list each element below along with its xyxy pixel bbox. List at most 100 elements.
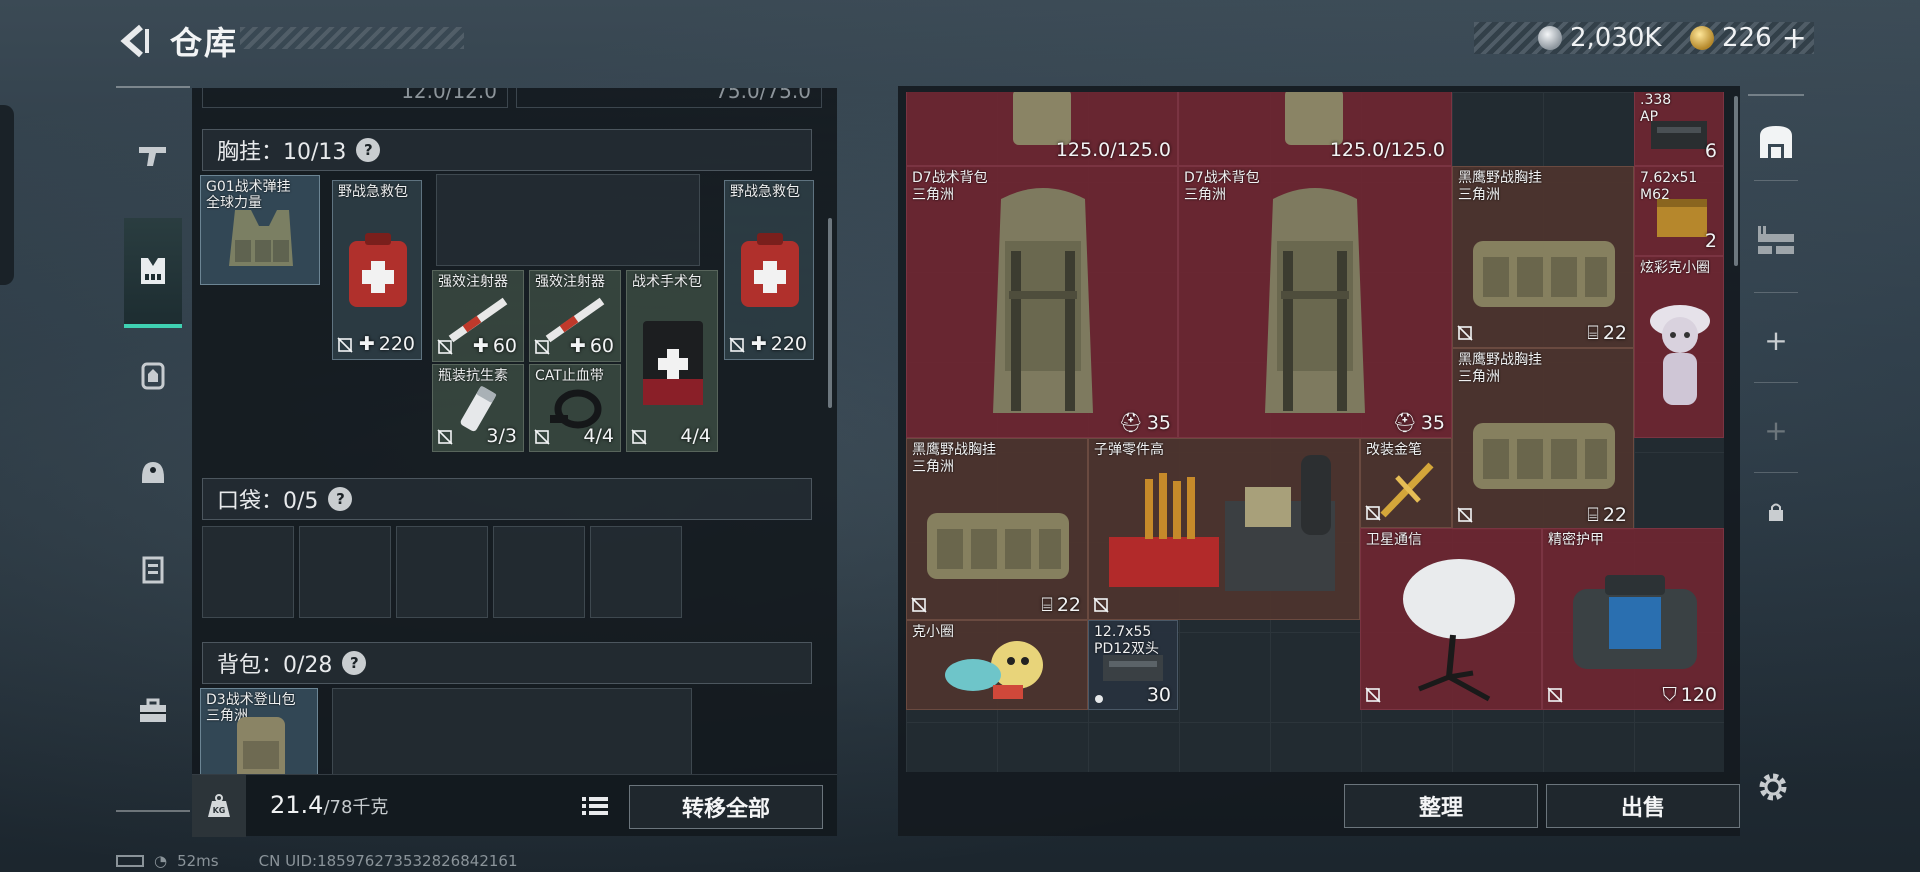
- stash-item-d7-backpack[interactable]: D7战术背包 三角洲 ⛑ 35: [1178, 166, 1452, 438]
- tab-equipment[interactable]: [124, 218, 182, 328]
- first-aid-kit-item[interactable]: 野战急救包 ✚ 220: [724, 180, 814, 360]
- pocket-slot[interactable]: [299, 526, 391, 618]
- rig-image: [1473, 423, 1615, 489]
- chest-rig-slot[interactable]: G01战术弹挂 全球力量: [200, 175, 320, 285]
- help-button[interactable]: ?: [356, 138, 381, 162]
- stash-item-backpack-partial[interactable]: 125.0/125.0: [1178, 92, 1452, 166]
- stash-item-bullet-parts[interactable]: 子弹零件高: [1088, 438, 1360, 620]
- stash-grid[interactable]: 125.0/125.0 125.0/125.0 .338 AP 6 D7战术背包…: [906, 92, 1724, 772]
- gear-icon: [1759, 773, 1787, 801]
- divider: [1754, 472, 1798, 473]
- weight-max: /78千克: [323, 797, 389, 818]
- sort-button[interactable]: 整理: [1344, 784, 1538, 828]
- add-page-button-disabled[interactable]: +: [1754, 408, 1798, 452]
- stim-injector-item[interactable]: 强效注射器 ✚ 60: [432, 270, 524, 362]
- stash-item-338-ammo[interactable]: .338 AP 6: [1634, 92, 1724, 166]
- stash-panel: 125.0/125.0 125.0/125.0 .338 AP 6 D7战术背包…: [898, 86, 1740, 836]
- header: 仓库 2,030K 226 +: [0, 0, 1920, 80]
- back-arrow-icon: [120, 24, 149, 58]
- no-safebox-icon: [437, 339, 453, 355]
- pocket-slot[interactable]: [590, 526, 682, 618]
- stash-item-figurine-small[interactable]: 克小圈: [906, 620, 1088, 710]
- divider: [1754, 292, 1798, 293]
- antibiotic-item[interactable]: 瓶装抗生素 3/3: [432, 364, 524, 452]
- first-aid-kit-item[interactable]: 野战急救包 ✚ 220: [332, 180, 422, 360]
- figurine-image: [1650, 305, 1710, 405]
- stash-page-tabs: + +: [1748, 94, 1804, 574]
- scrollbar[interactable]: [828, 218, 832, 408]
- tab-container[interactable]: [124, 540, 182, 598]
- uid-text: CN UID:1859762735328268421​61: [258, 852, 518, 870]
- loadout-footer: KG 21.4/78千克 转移全部: [192, 774, 837, 837]
- no-safebox-icon: [1093, 597, 1109, 613]
- vest-icon: [141, 258, 165, 284]
- svg-text:KG: KG: [213, 806, 226, 815]
- helmet-icon: ⛑: [1118, 412, 1143, 434]
- item-value: 4/4: [583, 425, 614, 447]
- locked-page[interactable]: [1754, 490, 1798, 534]
- tab-backpack[interactable]: [124, 346, 182, 404]
- gold-pen-image: [1380, 462, 1434, 518]
- loadout-scroll[interactable]: 12.0/12.0 75.0/75.0 胸挂：10/13 ? G01战术弹挂 全…: [192, 88, 837, 774]
- back-button[interactable]: [112, 18, 158, 64]
- stash-item-backpack-partial[interactable]: 125.0/125.0: [906, 92, 1178, 166]
- helmet-icon: [142, 462, 164, 483]
- stash-item-127-ammo[interactable]: 12.7x55 PD12双头 30: [1088, 620, 1178, 710]
- pocket-header: 口袋：0/5 ?: [202, 478, 812, 520]
- item-count: 6: [1704, 140, 1717, 162]
- stim-injector-item[interactable]: 强效注射器 ✚ 60: [529, 270, 621, 362]
- no-safebox-icon: [1457, 325, 1473, 341]
- scrollbar[interactable]: [1734, 96, 1738, 266]
- sell-button[interactable]: 出售: [1546, 784, 1740, 828]
- add-page-button[interactable]: +: [1754, 318, 1798, 362]
- transfer-all-button[interactable]: 转移全部: [629, 785, 823, 829]
- tab-stash-expansion[interactable]: [1754, 218, 1798, 262]
- tourniquet-item[interactable]: CAT止血带 4/4: [529, 364, 621, 452]
- add-currency-button[interactable]: +: [1782, 21, 1807, 56]
- battery-icon: [116, 855, 144, 867]
- stash-item-satellite[interactable]: 卫星通信: [1360, 528, 1542, 710]
- pocket-label: 口袋：0/5: [217, 489, 319, 514]
- stash-footer: 整理 出售: [898, 776, 1740, 836]
- help-button[interactable]: ?: [328, 487, 353, 511]
- backpack-label: 背包：0/28: [217, 653, 333, 678]
- heal-icon: ✚: [472, 335, 489, 357]
- helmet-icon: ⛑: [1392, 412, 1417, 434]
- tab-toolbox[interactable]: [124, 682, 182, 740]
- stash-item-blackhawk-rig[interactable]: 黑鹰野战胸挂 三角洲 ⌸ 22: [1452, 166, 1634, 348]
- list-view-button[interactable]: [580, 791, 610, 821]
- backpack-slot[interactable]: D3战术登山包 三角洲: [200, 688, 318, 774]
- stash-item-figurine[interactable]: 炫彩克小圈: [1634, 256, 1724, 438]
- pocket-slot[interactable]: [396, 526, 488, 618]
- stash-item-blackhawk-rig[interactable]: 黑鹰野战胸挂 三角洲 ⌸ 22: [1452, 348, 1634, 530]
- heal-icon: ✚: [750, 333, 767, 355]
- gold-currency[interactable]: 226 +: [1690, 21, 1807, 56]
- surgery-kit-item[interactable]: 战术手术包 4/4: [626, 270, 718, 452]
- stash-item-blackhawk-rig[interactable]: 黑鹰野战胸挂 三角洲 ⌸ 22: [906, 438, 1088, 620]
- item-count: 30: [1146, 684, 1171, 706]
- item-name: 强效注射器: [438, 274, 508, 290]
- no-safebox-icon: [534, 429, 550, 445]
- item-name: D7战术背包 三角洲: [1184, 170, 1260, 203]
- tab-stash-main[interactable]: [1754, 120, 1798, 164]
- item-name: CAT止血带: [535, 368, 604, 384]
- satellite-dish-image: [1403, 559, 1515, 702]
- stash-item-gold-pen[interactable]: 改装金笔: [1360, 438, 1452, 528]
- tab-weapons[interactable]: [124, 126, 182, 184]
- help-button[interactable]: ?: [342, 651, 367, 675]
- stash-item-armor[interactable]: 精密护甲 ⛉ 120: [1542, 528, 1724, 710]
- pocket-slot[interactable]: [202, 526, 294, 618]
- pocket-slot[interactable]: [493, 526, 585, 618]
- stash-icon: [1760, 126, 1792, 158]
- settings-button[interactable]: [1752, 766, 1794, 808]
- empty-slot[interactable]: [436, 174, 700, 266]
- stash-item-d7-backpack[interactable]: D7战术背包 三角洲 ⛑ 35: [906, 166, 1178, 438]
- durability: 125.0/125.0: [1055, 139, 1171, 161]
- no-safebox-icon: [337, 337, 353, 353]
- backpack-empty-slot[interactable]: [332, 688, 692, 774]
- tab-helmet[interactable]: [124, 444, 182, 502]
- stash-item-762-ammo[interactable]: 7.62x51 M62 2: [1634, 166, 1724, 256]
- divider: [1754, 180, 1798, 181]
- armor-image: [1573, 575, 1697, 669]
- no-safebox-icon: [1457, 507, 1473, 523]
